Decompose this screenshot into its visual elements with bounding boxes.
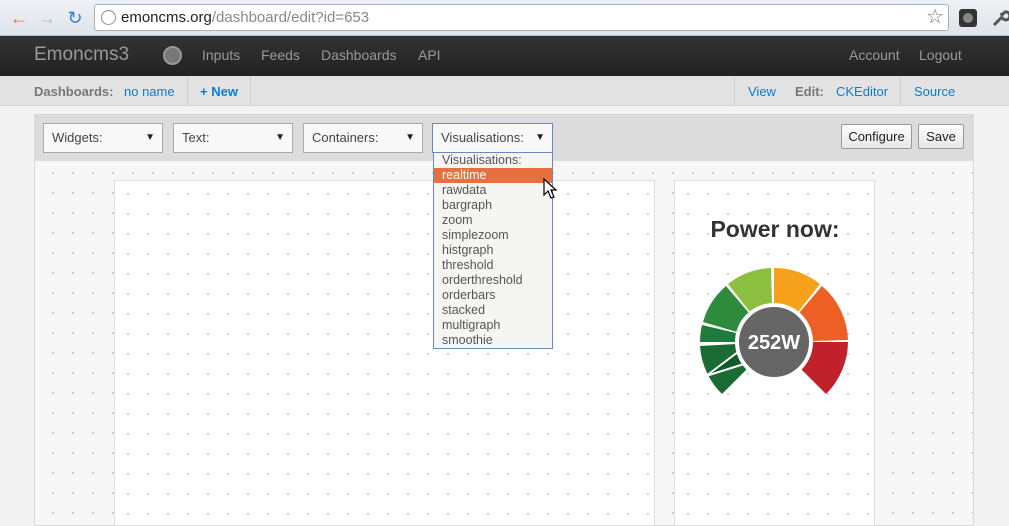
dropdown-option-threshold[interactable]: threshold (434, 258, 552, 273)
text-select-value: Text: (182, 130, 210, 145)
bookmark-star-icon[interactable]: ☆ (926, 5, 944, 30)
dropdown-option-rawdata[interactable]: rawdata (434, 183, 552, 198)
dropdown-option-orderbars[interactable]: orderbars (434, 288, 552, 303)
widgets-select-value: Widgets: (52, 130, 103, 145)
power-gauge: 252W (700, 268, 848, 394)
browser-toolbar: ← → ↻ emoncms.org/dashboard/edit?id=653 … (0, 0, 1009, 36)
chevron-down-icon: ▼ (275, 132, 285, 143)
visualisations-select-value: Visualisations: (441, 130, 524, 145)
save-button[interactable]: Save (918, 124, 964, 149)
dashboards-label: Dashboards: (34, 84, 114, 99)
nav-logout[interactable]: Logout (919, 47, 962, 63)
brand-logo[interactable]: Emoncms3 (34, 44, 129, 66)
nav-dashboards[interactable]: Dashboards (321, 47, 397, 63)
new-dashboard-link[interactable]: + New (200, 84, 238, 99)
address-bar[interactable]: emoncms.org/dashboard/edit?id=653 ☆ (94, 4, 949, 31)
dropdown-option-stacked[interactable]: stacked (434, 303, 552, 318)
configure-button[interactable]: Configure (841, 124, 912, 149)
chevron-down-icon: ▼ (535, 132, 545, 143)
dropdown-option-bargraph[interactable]: bargraph (434, 198, 552, 213)
back-icon[interactable]: ← (8, 7, 30, 29)
dropdown-option-simplezoom[interactable]: simplezoom (434, 228, 552, 243)
dropdown-option-smoothie[interactable]: smoothie (434, 333, 552, 348)
nav-api[interactable]: API (418, 47, 441, 63)
wrench-icon[interactable] (990, 8, 1009, 28)
nav-account[interactable]: Account (849, 47, 900, 63)
extension-icon[interactable] (958, 8, 978, 28)
nav-feeds[interactable]: Feeds (261, 47, 300, 63)
source-link[interactable]: Source (914, 84, 955, 99)
nav-inputs[interactable]: Inputs (202, 47, 240, 63)
dropdown-option-zoom[interactable]: zoom (434, 213, 552, 228)
containers-select[interactable]: Containers: ▼ (303, 123, 423, 153)
url-host: emoncms.org (121, 9, 212, 26)
power-now-title: Power now: (710, 216, 840, 242)
dropdown-option-multigraph[interactable]: multigraph (434, 318, 552, 333)
chevron-down-icon: ▼ (145, 132, 155, 143)
text-select[interactable]: Text: ▼ (173, 123, 293, 153)
dropdown-option-header[interactable]: Visualisations: (434, 153, 552, 168)
app-navbar: Emoncms3 Inputs Feeds Dashboards API Acc… (0, 36, 1009, 76)
dashboard-gauge-icon (163, 46, 182, 65)
widgets-select[interactable]: Widgets: ▼ (43, 123, 163, 153)
dashboard-subbar: Dashboards: no name + New View Edit: CKE… (0, 76, 1009, 106)
chevron-down-icon: ▼ (405, 132, 415, 143)
url-path: /dashboard/edit?id=653 (211, 9, 370, 26)
containers-select-value: Containers: (312, 130, 379, 145)
ckeditor-link[interactable]: CKEditor (836, 84, 888, 99)
dropdown-option-histgraph[interactable]: histgraph (434, 243, 552, 258)
dashboard-link-no-name[interactable]: no name (124, 84, 175, 99)
globe-icon (101, 10, 116, 25)
visualisations-dropdown: Visualisations: realtime rawdata bargrap… (433, 152, 553, 349)
gauge-value-text: 252W (748, 332, 800, 354)
container-panel-left[interactable] (114, 180, 655, 526)
dropdown-option-orderthreshold[interactable]: orderthreshold (434, 273, 552, 288)
mouse-cursor-icon (543, 178, 557, 199)
forward-icon[interactable]: → (36, 7, 58, 29)
visualisations-select[interactable]: Visualisations: ▼ (432, 123, 553, 153)
view-link[interactable]: View (748, 84, 776, 99)
dropdown-option-realtime[interactable]: realtime (434, 168, 552, 183)
edit-label: Edit: (795, 84, 824, 99)
reload-icon[interactable]: ↻ (64, 7, 86, 29)
